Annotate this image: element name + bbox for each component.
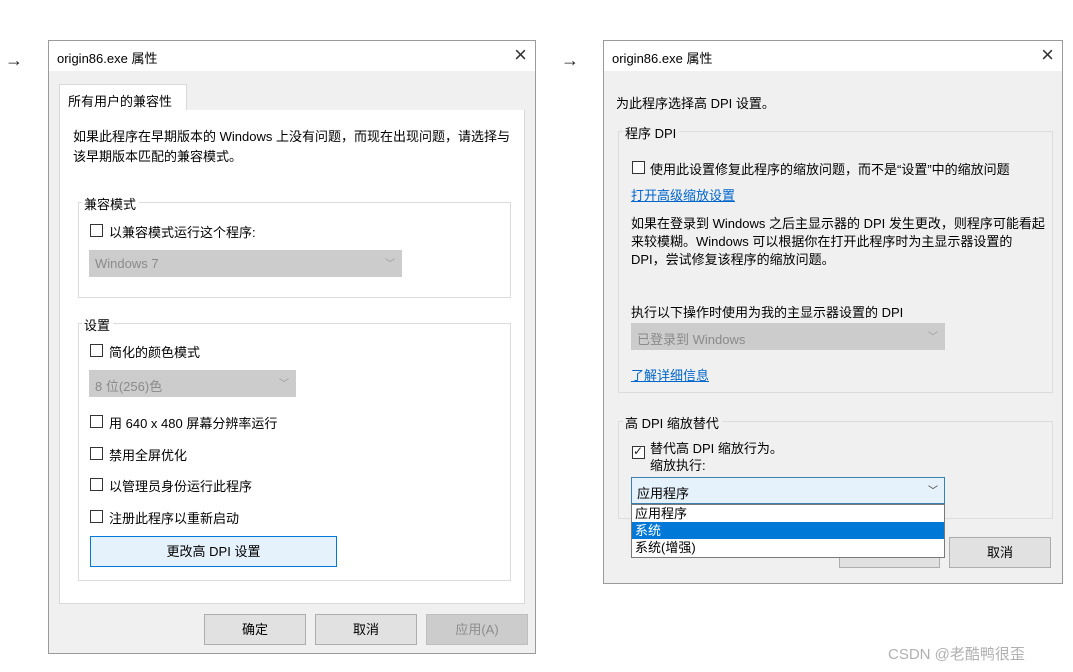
register-restart-label[interactable]: 注册此程序以重新启动 [109, 508, 239, 527]
dpi-override-legend: 高 DPI 缩放替代 [623, 413, 722, 432]
scaling-performer-dropdown: 应用程序 系统 系统(增强) [631, 504, 945, 558]
color-mode-select: 8 位(256)色 ﹀ [89, 370, 296, 397]
fix-scaling-label[interactable]: 使用此设置修复此程序的缩放问题，而不是“设置”中的缩放问题 [650, 159, 1010, 178]
dropdown-option-system[interactable]: 系统 [632, 522, 944, 539]
scaling-performer-select[interactable]: 应用程序 ﹀ [631, 477, 945, 504]
chevron-down-icon: ﹀ [928, 332, 938, 343]
tab-all-users-compat[interactable]: 所有用户的兼容性 [59, 84, 187, 111]
program-dpi-legend: 程序 DPI [623, 123, 680, 142]
run-640-checkbox[interactable] [90, 415, 103, 428]
close-icon[interactable]: × [1041, 43, 1054, 67]
chevron-down-icon: ﹀ [385, 259, 395, 270]
watermark: CSDN @老酷鸭很歪 [888, 646, 1025, 663]
disable-fullscreen-checkbox[interactable] [90, 447, 103, 460]
compat-mode-legend: 兼容模式 [82, 194, 140, 213]
compat-intro-text: 如果此程序在早期版本的 Windows 上没有问题，而现在出现问题，请选择与该早… [73, 129, 510, 164]
color-mode-value: 8 位(256)色 [95, 379, 163, 394]
advanced-scaling-link[interactable]: 打开高级缩放设置 [631, 185, 735, 204]
arrow-left: → [5, 50, 23, 70]
window-title: origin86.exe 属性 [57, 51, 158, 66]
dpi-description: 如果在登录到 Windows 之后主显示器的 DPI 发生更改，则程序可能看起来… [631, 216, 1045, 267]
dpi-settings-dialog: origin86.exe 属性 × 为此程序选择高 DPI 设置。 程序 DPI… [603, 40, 1063, 584]
scaling-performed-label: 缩放执行: [650, 458, 706, 473]
use-dpi-label: 执行以下操作时使用为我的主显示器设置的 DPI [631, 305, 904, 320]
arrow-right: → [561, 50, 579, 70]
properties-dialog-left: origin86.exe 属性 × 所有用户的兼容性 如果此程序在早期版本的 W… [48, 40, 536, 654]
reduced-color-checkbox[interactable] [90, 344, 103, 357]
dropdown-option-app[interactable]: 应用程序 [632, 505, 944, 522]
window-title: origin86.exe 属性 [612, 51, 713, 66]
run-admin-checkbox[interactable] [90, 478, 103, 491]
compat-mode-label[interactable]: 以兼容模式运行这个程序: [109, 222, 256, 241]
settings-legend: 设置 [82, 315, 114, 334]
learn-more-link[interactable]: 了解详细信息 [631, 365, 709, 384]
dpi-timing-value: 已登录到 Windows [637, 332, 746, 347]
fix-scaling-checkbox[interactable] [632, 161, 645, 174]
cancel-button[interactable]: 取消 [315, 614, 417, 645]
change-dpi-button[interactable]: 更改高 DPI 设置 [90, 536, 337, 567]
chevron-down-icon: ﹀ [928, 486, 938, 497]
tab-label: 所有用户的兼容性 [68, 94, 173, 109]
dpi-heading: 为此程序选择高 DPI 设置。 [616, 96, 775, 111]
compat-os-select: Windows 7 ﹀ [89, 250, 402, 277]
apply-button[interactable]: 应用(A) [426, 614, 528, 645]
run-640-label[interactable]: 用 640 x 480 屏幕分辨率运行 [109, 413, 277, 432]
register-restart-checkbox[interactable] [90, 510, 103, 523]
title-bar: origin86.exe 属性 × [49, 41, 535, 71]
cancel-button[interactable]: 取消 [949, 537, 1051, 568]
tab-panel: 如果此程序在早期版本的 Windows 上没有问题，而现在出现问题，请选择与该早… [59, 110, 525, 604]
dropdown-option-system-enhanced[interactable]: 系统(增强) [632, 539, 944, 556]
title-bar: origin86.exe 属性 × [604, 41, 1062, 71]
compat-mode-checkbox[interactable] [90, 224, 103, 237]
ok-button[interactable]: 确定 [204, 614, 306, 645]
chevron-down-icon: ﹀ [279, 379, 289, 390]
dpi-timing-select: 已登录到 Windows ﹀ [631, 323, 945, 350]
scaling-performer-value: 应用程序 [637, 486, 690, 501]
run-admin-label[interactable]: 以管理员身份运行此程序 [109, 476, 252, 495]
reduced-color-label[interactable]: 简化的颜色模式 [109, 342, 200, 361]
disable-fullscreen-label[interactable]: 禁用全屏优化 [109, 445, 187, 464]
override-scaling-checkbox[interactable] [632, 444, 645, 459]
close-icon[interactable]: × [514, 43, 527, 67]
compat-os-value: Windows 7 [95, 256, 159, 271]
